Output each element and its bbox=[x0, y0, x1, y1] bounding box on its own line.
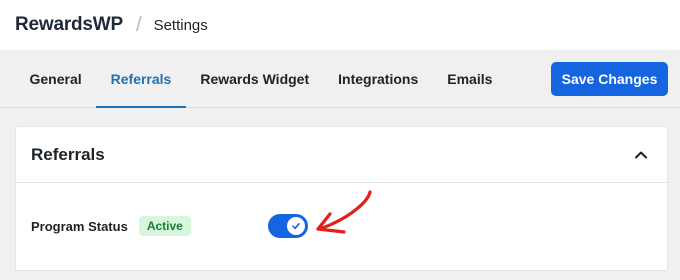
annotation-arrow-icon bbox=[316, 190, 372, 234]
program-status-toggle[interactable] bbox=[268, 214, 308, 238]
tab-rewards-widget[interactable]: Rewards Widget bbox=[186, 50, 324, 107]
program-status-label: Program Status bbox=[31, 218, 128, 234]
tab-general[interactable]: General bbox=[15, 50, 96, 107]
tab-referrals[interactable]: Referrals bbox=[96, 50, 186, 108]
tab-integrations[interactable]: Integrations bbox=[324, 50, 433, 107]
save-changes-button[interactable]: Save Changes bbox=[551, 62, 668, 96]
toggle-knob bbox=[287, 217, 305, 235]
brand-logo: RewardsWP bbox=[15, 14, 124, 35]
card-header[interactable]: Referrals bbox=[16, 127, 667, 183]
tab-list: General Referrals Rewards Widget Integra… bbox=[15, 50, 507, 108]
top-bar: RewardsWP / Settings bbox=[0, 0, 680, 50]
breadcrumb-page: Settings bbox=[153, 16, 208, 34]
card-title: Referrals bbox=[31, 145, 105, 164]
checkmark-icon bbox=[292, 223, 300, 230]
breadcrumb-separator: / bbox=[136, 13, 142, 36]
status-badge: Active bbox=[138, 216, 191, 236]
chevron-up-icon[interactable] bbox=[631, 145, 651, 165]
program-status-row: Program Status Active bbox=[31, 214, 191, 238]
settings-tab-bar: General Referrals Rewards Widget Integra… bbox=[0, 50, 680, 108]
tab-emails[interactable]: Emails bbox=[433, 50, 507, 107]
